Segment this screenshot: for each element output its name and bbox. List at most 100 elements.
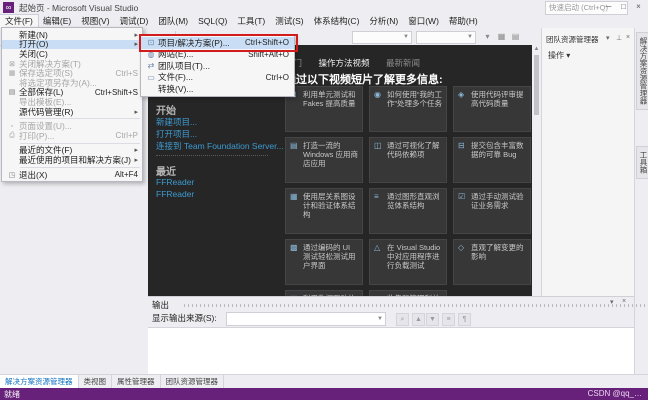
tab-property-manager[interactable]: 属性管理器: [112, 375, 161, 388]
output-content[interactable]: [148, 327, 634, 375]
watermark-text: CSDN @qq_…: [588, 389, 642, 398]
video-tile[interactable]: ▦使用层关系图设计和验证体系结构: [285, 188, 363, 234]
sidetab-solution-explorer[interactable]: 解决方案资源管理器: [636, 32, 648, 110]
video-tile[interactable]: △在 Visual Studio 中对应用程序进行负载测试: [369, 239, 447, 285]
find-icon[interactable]: ▾: [482, 31, 493, 42]
side-tab-strip: 解决方案资源管理器 工具箱: [634, 28, 648, 374]
chevron-down-icon: ▼: [377, 313, 383, 325]
submenu-item-project-solution[interactable]: ⊡项目/解决方案(P)...Ctrl+Shift+O: [141, 37, 294, 49]
solution-config-dropdown[interactable]: ▼: [352, 31, 412, 44]
next-message-icon[interactable]: ▼: [426, 313, 439, 326]
change-impact-icon: ◇: [458, 243, 468, 253]
sidetab-toolbox[interactable]: 工具箱: [636, 146, 648, 179]
video-tile[interactable]: ▩通过编码的 UI 测试轻松测试用户界面: [285, 239, 363, 285]
coded-ui-test-icon: ▩: [290, 243, 300, 253]
clear-all-icon[interactable]: ≡: [442, 313, 455, 326]
chevron-down-icon[interactable]: ▾: [606, 34, 610, 42]
save-icon: ▦: [5, 69, 19, 77]
menu-window[interactable]: 窗口(W): [403, 15, 444, 28]
submenu-item-team-project[interactable]: ⇄团队项目(T)...: [141, 60, 294, 72]
store-app-icon: ▤: [290, 141, 300, 151]
video-tile[interactable]: ◉如何使用“我的工作”处理多个任务: [369, 86, 447, 132]
video-tile[interactable]: ▤打造一流的 Windows 应用商店应用: [285, 137, 363, 183]
dotted-separator: [156, 155, 268, 156]
video-tile-label: 利用单元测试和 Fakes 提高质量: [303, 90, 358, 108]
menu-tools[interactable]: 工具(T): [232, 15, 270, 28]
find-message-icon[interactable]: ⌕: [396, 313, 409, 326]
window-title: 起始页 - Microsoft Visual Studio: [19, 2, 138, 14]
start-heading: 开始: [156, 102, 176, 117]
recent-heading: 最近: [156, 163, 176, 178]
bug-report-icon: ⊟: [458, 141, 468, 151]
save-all-toolbar-icon[interactable]: ▤: [510, 31, 521, 42]
chevron-down-icon[interactable]: ▾: [610, 298, 614, 306]
recent-project-link[interactable]: FFReader: [156, 177, 194, 187]
menu-analyze[interactable]: 分析(N): [364, 15, 403, 28]
file-menu-item-source-control[interactable]: 源代码管理(R)▸: [2, 107, 142, 117]
architecture-graph-icon: ≡: [374, 192, 384, 202]
load-test-icon: △: [374, 243, 384, 253]
tab-class-view[interactable]: 类视图: [79, 375, 113, 388]
file-menu-item-recent-projects[interactable]: 最近使用的项目和解决方案(J)▸: [2, 155, 142, 165]
word-wrap-icon[interactable]: ¶: [458, 313, 471, 326]
output-source-dropdown[interactable]: ▼: [226, 312, 386, 326]
video-tile[interactable]: ◫通过可视化了解代码依赖项: [369, 137, 447, 183]
new-project-link[interactable]: 新建项目...: [156, 116, 197, 128]
menu-architecture[interactable]: 体系结构(C): [309, 15, 365, 28]
minimize-button[interactable]: ─: [601, 0, 616, 13]
open-project-link[interactable]: 打开项目...: [156, 128, 197, 140]
solution-platform-dropdown[interactable]: ▼: [416, 31, 476, 44]
video-tile-label: 打造一流的 Windows 应用商店应用: [303, 141, 358, 168]
tab-latest-news[interactable]: 最新新闻: [386, 57, 420, 69]
close-button[interactable]: ×: [631, 0, 646, 13]
video-tile[interactable]: ≡通过图形直观浏览体系结构: [369, 188, 447, 234]
menu-team[interactable]: 团队(M): [153, 15, 193, 28]
panel-header: 团队资源管理器 ▾ ⊥ ×: [542, 32, 635, 46]
visual-studio-logo-icon: ∞: [3, 2, 14, 13]
recent-project-link[interactable]: FFReader: [156, 189, 194, 199]
open-submenu: ⊡项目/解决方案(P)...Ctrl+Shift+O ◍网站(E)...Shif…: [140, 35, 295, 97]
exit-icon: ◳: [5, 171, 19, 179]
menu-test[interactable]: 测试(S): [270, 15, 308, 28]
menu-sql[interactable]: SQL(Q): [193, 15, 232, 28]
video-tile[interactable]: ◇直观了解变更的影响: [453, 239, 531, 285]
maximize-button[interactable]: □: [616, 0, 631, 13]
save-toolbar-icon[interactable]: ▦: [496, 31, 507, 42]
menu-help[interactable]: 帮助(H): [444, 15, 483, 28]
video-tile-label: 提交包含丰富数据的可靠 Bug: [471, 141, 526, 159]
video-tile-label: 在 Visual Studio 中对应用程序进行负载测试: [387, 243, 442, 270]
video-tile[interactable]: ☑通过手动测试验证业务需求: [453, 188, 531, 234]
video-tile-label: 通过可视化了解代码依赖项: [387, 141, 442, 159]
dependency-graph-icon: ◫: [374, 141, 384, 151]
submenu-item-convert[interactable]: 转换(V)...: [141, 83, 294, 95]
tab-how-to-videos[interactable]: 操作方法视频: [318, 57, 369, 69]
visual-studio-window: ∞ 起始页 - Microsoft Visual Studio 快速启动 (Ct…: [0, 0, 648, 400]
previous-message-icon[interactable]: ▲: [412, 313, 425, 326]
close-icon[interactable]: ×: [622, 298, 626, 305]
document-scrollbar[interactable]: ▲: [532, 45, 541, 298]
scrollbar-thumb[interactable]: [534, 55, 539, 115]
tab-team-explorer[interactable]: 团队资源管理器: [161, 375, 225, 388]
file-menu-item-exit[interactable]: ◳退出(X)Alt+F4: [2, 170, 142, 180]
connect-tfs-link[interactable]: 连接到 Team Foundation Server...: [156, 140, 284, 152]
my-work-icon: ◉: [374, 90, 384, 100]
video-tile[interactable]: ◈使用代码评审提高代码质量: [453, 86, 531, 132]
left-dock-area: [0, 168, 148, 374]
submenu-item-file[interactable]: ▭文件(F)...Ctrl+O: [141, 72, 294, 84]
output-title: 输出: [152, 299, 169, 311]
video-tile-grid: ⊞利用单元测试和 Fakes 提高质量 ◉如何使用“我的工作”处理多个任务 ◈使…: [285, 86, 531, 298]
close-solution-icon: ⊠: [5, 60, 19, 68]
start-page-tab-strip: 入门 操作方法视频 最新新闻: [285, 53, 432, 71]
scroll-up-icon[interactable]: ▲: [532, 45, 541, 54]
close-icon[interactable]: ×: [626, 34, 630, 41]
page-setup-icon: ▫: [5, 123, 19, 130]
submenu-arrow-icon: ▸: [131, 156, 138, 164]
video-tile[interactable]: ⊞利用单元测试和 Fakes 提高质量: [285, 86, 363, 132]
panel-drag-grip[interactable]: [184, 304, 648, 307]
actions-dropdown[interactable]: 操作 ▾: [548, 50, 570, 61]
pin-icon[interactable]: ⊥: [616, 34, 622, 42]
video-tile[interactable]: ⊟提交包含丰富数据的可靠 Bug: [453, 137, 531, 183]
submenu-item-website[interactable]: ◍网站(E)...Shift+Alt+O: [141, 49, 294, 61]
tab-solution-explorer[interactable]: 解决方案资源管理器: [0, 375, 79, 388]
print-icon: ⎙: [5, 132, 19, 140]
